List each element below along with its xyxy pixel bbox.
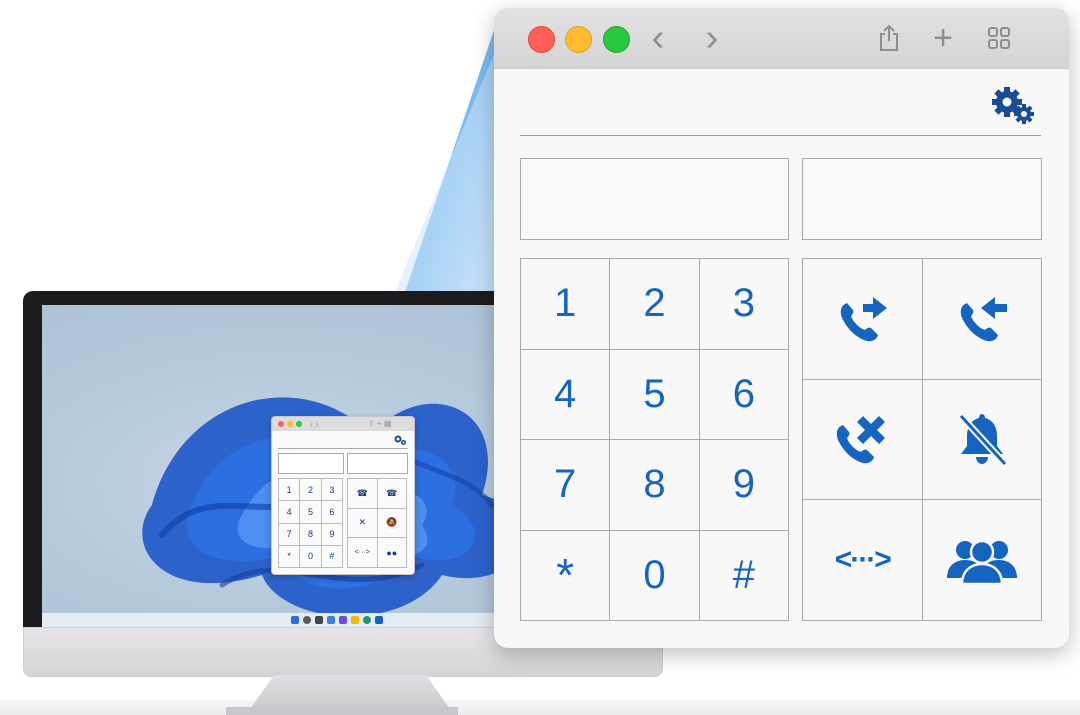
- key-1[interactable]: 1: [521, 259, 611, 350]
- settings-button[interactable]: [987, 86, 1039, 126]
- number-field[interactable]: [520, 158, 789, 240]
- mini-transfer-icon[interactable]: <···>: [348, 538, 378, 568]
- mini-key[interactable]: 4: [279, 501, 301, 524]
- call-transfer-out-button[interactable]: [803, 259, 923, 380]
- mini-number-field[interactable]: [278, 453, 344, 474]
- start-icon[interactable]: [291, 616, 299, 624]
- search-icon[interactable]: [303, 616, 311, 624]
- users-icon: [946, 539, 1017, 586]
- status-field[interactable]: [802, 158, 1042, 240]
- plus-icon[interactable]: +: [928, 19, 958, 57]
- mini-key[interactable]: #: [321, 545, 343, 568]
- chevron-left-icon[interactable]: ‹: [644, 17, 672, 59]
- minimize-button[interactable]: [565, 26, 592, 53]
- mini-key[interactable]: *: [279, 545, 301, 568]
- arrows-left-right-icon: <···>: [834, 543, 892, 577]
- key-8[interactable]: 8: [610, 440, 700, 531]
- widgets-icon[interactable]: [315, 616, 323, 624]
- mini-toolbar-icons: ⇧ + ▦: [368, 419, 392, 428]
- monitor-stand-base: [226, 707, 458, 715]
- chevron-right-icon[interactable]: ›: [698, 17, 726, 59]
- key-5[interactable]: 5: [610, 349, 700, 440]
- mini-maximize-button[interactable]: [296, 421, 302, 427]
- mute-ringer-button[interactable]: [922, 379, 1042, 501]
- close-button[interactable]: [528, 26, 555, 53]
- mini-actions: ☎ ☎ ✕ 🔕 <···> ●●: [347, 478, 407, 568]
- mini-nav-icons: ‹ ›: [310, 419, 319, 429]
- mini-key[interactable]: 2: [300, 479, 322, 502]
- keypad: 1 2 3 4 5 6 7 8 9 * 0 #: [520, 258, 789, 621]
- mini-key[interactable]: 0: [300, 545, 322, 568]
- title-bar: ‹ › +: [494, 8, 1069, 69]
- hang-up-button[interactable]: [803, 379, 923, 501]
- transfer-button[interactable]: <···>: [803, 500, 923, 621]
- key-9[interactable]: 9: [699, 440, 789, 531]
- phone-app-window: ‹ › + 1 2 3 4 5 6 7 8 9 * 0 # <···>: [494, 8, 1069, 648]
- mini-phone-window[interactable]: ‹ › ⇧ + ▦ 1 2 3 4 5 6 7 8 9 * 0 # ☎ ☎ ✕ 🔕 <···> ●●: [271, 416, 415, 575]
- header-divider: [520, 135, 1041, 136]
- key-6[interactable]: 6: [699, 349, 789, 440]
- mini-minimize-button[interactable]: [287, 421, 293, 427]
- chat-icon[interactable]: [339, 616, 347, 624]
- maximize-button[interactable]: [603, 26, 630, 53]
- mini-key[interactable]: 9: [321, 523, 343, 546]
- mini-hang-up-icon[interactable]: ✕: [348, 508, 378, 539]
- mini-users-icon[interactable]: ●●: [377, 538, 407, 568]
- edge-icon[interactable]: [363, 616, 371, 624]
- folder-icon[interactable]: [351, 616, 359, 624]
- mini-divider: [278, 448, 408, 449]
- phone-x-icon: [837, 416, 886, 464]
- call-incoming-button[interactable]: [922, 259, 1042, 380]
- store-icon[interactable]: [375, 616, 383, 624]
- key-0[interactable]: 0: [610, 530, 700, 621]
- mini-status-field[interactable]: [347, 453, 408, 474]
- mini-key[interactable]: 1: [279, 479, 301, 502]
- mini-close-button[interactable]: [278, 421, 284, 427]
- conference-button[interactable]: [922, 500, 1042, 621]
- bell-slash-icon: [958, 414, 1008, 467]
- mini-title-bar: ‹ › ⇧ + ▦: [272, 417, 414, 431]
- key-4[interactable]: 4: [521, 349, 611, 440]
- mini-keypad: 1 2 3 4 5 6 7 8 9 * 0 #: [278, 478, 343, 568]
- share-icon[interactable]: [874, 22, 904, 54]
- gears-icon: [992, 87, 1034, 124]
- mini-key[interactable]: 5: [300, 501, 322, 524]
- mini-key[interactable]: 3: [321, 479, 343, 502]
- key-hash[interactable]: #: [699, 530, 789, 621]
- phone-arrow-right-icon: [841, 296, 888, 342]
- key-2[interactable]: 2: [610, 259, 700, 350]
- grid-icon[interactable]: [984, 22, 1014, 54]
- mini-key[interactable]: 7: [279, 523, 301, 546]
- key-3[interactable]: 3: [699, 259, 789, 350]
- call-actions: <···>: [802, 258, 1042, 621]
- task-view-icon[interactable]: [327, 616, 335, 624]
- key-star[interactable]: *: [521, 530, 611, 621]
- mini-gears-icon[interactable]: [393, 434, 407, 446]
- mini-incoming-icon[interactable]: ☎: [377, 479, 407, 509]
- mini-transfer-out-icon[interactable]: ☎: [348, 479, 378, 509]
- phone-arrow-left-icon: [960, 296, 1007, 342]
- mini-key[interactable]: 6: [321, 501, 343, 524]
- monitor-stand: [250, 675, 450, 709]
- mini-key[interactable]: 8: [300, 523, 322, 546]
- mini-bell-slash-icon[interactable]: 🔕: [377, 508, 407, 539]
- key-7[interactable]: 7: [521, 440, 611, 531]
